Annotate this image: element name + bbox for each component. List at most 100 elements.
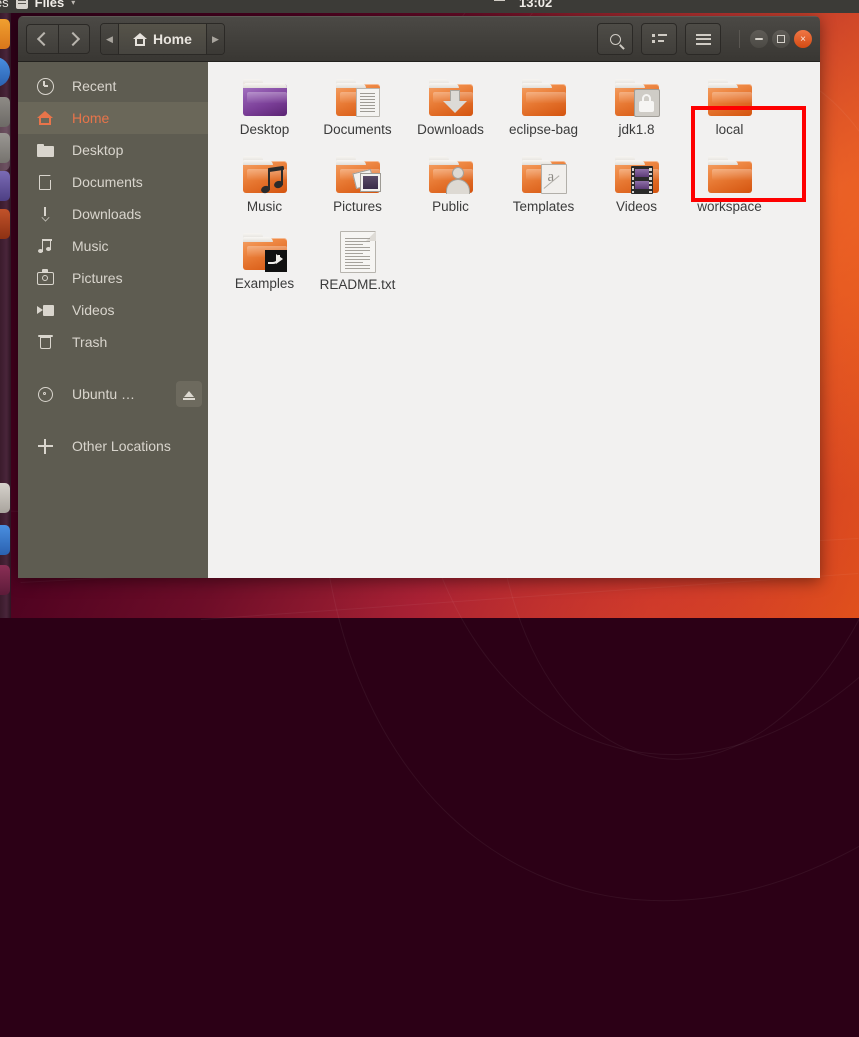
sidebar-separator <box>18 410 208 430</box>
file-label: local <box>715 122 744 137</box>
sidebar-item-videos[interactable]: Videos <box>18 294 208 326</box>
file-view[interactable]: Desktop Documents Downloads eclipse-bag jdk1… <box>208 62 820 578</box>
pathbar-scroll-left-button[interactable]: ◀ <box>101 24 118 54</box>
launcher-item[interactable] <box>0 171 10 201</box>
plus-icon <box>18 438 72 454</box>
folder-icon <box>334 155 382 195</box>
launcher-item[interactable] <box>0 133 10 163</box>
person-overlay-icon <box>445 167 470 194</box>
eject-button[interactable] <box>176 381 202 407</box>
file-label: README.txt <box>319 277 396 292</box>
menu-button[interactable] <box>685 23 721 55</box>
eject-icon <box>184 391 194 397</box>
breadcrumb-item-home[interactable]: Home <box>118 24 207 54</box>
search-button[interactable] <box>597 23 633 55</box>
folder-icon <box>706 78 754 118</box>
unity-launcher[interactable] <box>0 13 11 618</box>
sidebar-item-label: Downloads <box>72 206 142 222</box>
top-panel-clock[interactable]: 13:02 <box>519 0 552 10</box>
launcher-item[interactable] <box>0 565 10 595</box>
sidebar-item-trash[interactable]: Trash <box>18 326 208 358</box>
file-item[interactable]: Public <box>404 151 497 228</box>
file-label: Documents <box>323 122 392 137</box>
sidebar-item-label: Desktop <box>72 142 124 158</box>
video-icon <box>18 304 72 316</box>
folder-icon <box>613 78 661 118</box>
sidebar-item-desktop[interactable]: Desktop <box>18 134 208 166</box>
top-panel-app-title[interactable]: Files <box>35 0 65 10</box>
back-button[interactable] <box>26 24 58 54</box>
file-label: Desktop <box>239 122 290 137</box>
view-toggle-button[interactable] <box>641 23 677 55</box>
sidebar-item-pictures[interactable]: Pictures <box>18 262 208 294</box>
maximize-button[interactable] <box>772 30 790 48</box>
window-controls: × <box>739 30 812 48</box>
sidebar-item-label: Documents <box>72 174 143 190</box>
file-item[interactable]: Music <box>218 151 311 228</box>
file-item[interactable]: README.txt <box>311 228 404 305</box>
folder-icon <box>706 155 754 195</box>
clock-icon <box>18 77 72 95</box>
file-item[interactable]: local <box>683 74 776 151</box>
launcher-item[interactable] <box>0 483 10 513</box>
pathbar-scroll-right-button[interactable]: ▶ <box>206 24 224 54</box>
sidebar-item-other-locations[interactable]: Other Locations <box>18 430 208 462</box>
launcher-item[interactable] <box>0 57 10 87</box>
file-label: jdk1.8 <box>618 122 655 137</box>
folder-icon <box>241 155 289 195</box>
file-label: Downloads <box>417 122 484 137</box>
file-item[interactable]: Downloads <box>404 74 497 151</box>
file-label: Public <box>432 199 469 214</box>
file-label: eclipse-bag <box>508 122 579 137</box>
maximize-icon <box>777 35 785 43</box>
sidebar-item-label: Other Locations <box>72 438 171 454</box>
file-item[interactable]: Examples <box>218 228 311 305</box>
search-icon <box>609 33 621 45</box>
file-item[interactable]: Pictures <box>311 151 404 228</box>
file-item[interactable]: jdk1.8 <box>590 74 683 151</box>
sidebar-item-home[interactable]: Home <box>18 102 208 134</box>
symlink-overlay-icon <box>264 250 287 272</box>
lock-overlay-icon <box>633 89 660 117</box>
launcher-item[interactable] <box>0 209 10 239</box>
chevron-down-icon[interactable]: ▾ <box>71 0 75 7</box>
breadcrumb-label: Home <box>153 31 192 47</box>
file-grid: Desktop Documents Downloads eclipse-bag jdk1… <box>218 74 810 305</box>
sidebar-item-music[interactable]: Music <box>18 230 208 262</box>
forward-button[interactable] <box>58 24 90 54</box>
list-view-icon <box>651 33 667 45</box>
launcher-item[interactable] <box>0 525 10 555</box>
close-icon: × <box>800 33 806 45</box>
sidebar-item-ubuntu[interactable]: Ubuntu … <box>18 378 208 410</box>
file-item[interactable]: eclipse-bag <box>497 74 590 151</box>
indicator-icon[interactable] <box>494 0 505 1</box>
folder-icon <box>613 155 661 195</box>
launcher-item[interactable] <box>0 19 10 49</box>
top-panel-menu-cut[interactable]: les <box>0 0 9 10</box>
minimize-button[interactable] <box>750 30 768 48</box>
file-item[interactable]: a Templates <box>497 151 590 228</box>
sidebar-item-recent[interactable]: Recent <box>18 70 208 102</box>
file-item[interactable]: Videos <box>590 151 683 228</box>
launcher-item[interactable] <box>0 97 10 127</box>
file-item[interactable]: workspace <box>683 151 776 228</box>
sidebar-item-documents[interactable]: Documents <box>18 166 208 198</box>
camera-icon <box>18 268 72 285</box>
sidebar-item-downloads[interactable]: Downloads <box>18 198 208 230</box>
sidebar-item-label: Recent <box>72 78 117 94</box>
home-icon <box>133 32 147 46</box>
download-arrow-overlay-icon <box>442 90 467 114</box>
file-label: workspace <box>697 199 762 214</box>
file-label: Videos <box>615 199 658 214</box>
close-button[interactable]: × <box>794 30 812 48</box>
music-icon <box>18 238 72 254</box>
sidebar-item-label: Home <box>72 110 110 126</box>
folder-icon <box>241 78 289 118</box>
file-item[interactable]: Documents <box>311 74 404 151</box>
window-headerbar: ◀ Home ▶ × <box>18 16 820 62</box>
sidebar-item-label: Music <box>72 238 109 254</box>
file-item[interactable]: Desktop <box>218 74 311 151</box>
folder-icon <box>334 78 382 118</box>
folder-icon <box>520 78 568 118</box>
folder-icon <box>427 78 475 118</box>
